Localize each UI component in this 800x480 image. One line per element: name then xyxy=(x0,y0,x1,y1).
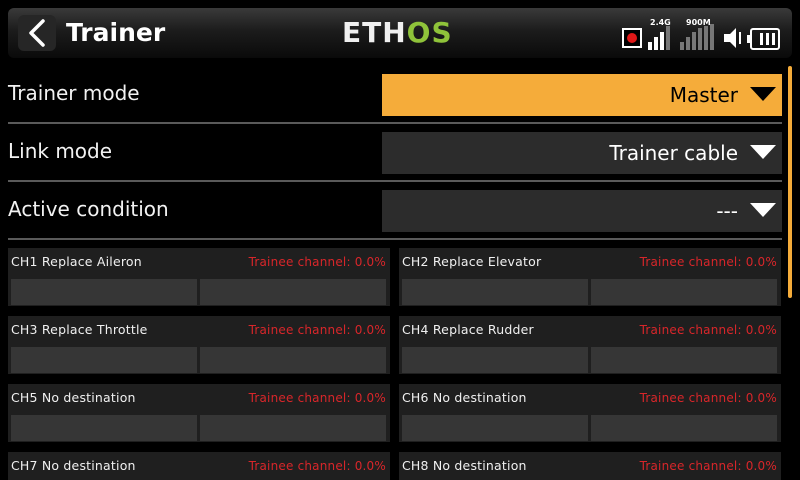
dropdown-arrow-icon xyxy=(750,203,776,217)
page-title: Trainer xyxy=(66,18,166,47)
divider xyxy=(8,180,782,182)
status-icons: 2.4G 900M xyxy=(614,16,790,50)
channel-name: CH6 No destination xyxy=(402,390,527,405)
trainee-channel-value: Trainee channel: 0.0% xyxy=(248,255,386,269)
trainer-mode-value: Master xyxy=(669,83,738,107)
link-mode-select[interactable]: Trainer cable xyxy=(382,132,782,174)
record-icon xyxy=(622,28,642,48)
channel-card-ch7[interactable]: CH7 No destination Trainee channel: 0.0% xyxy=(8,452,390,480)
top-bar: Trainer ETHOS 2.4G 900M xyxy=(0,0,800,64)
divider xyxy=(8,122,782,124)
channel-bar-right xyxy=(591,279,777,305)
trainee-channel-value: Trainee channel: 0.0% xyxy=(639,391,777,405)
trainee-channel-value: Trainee channel: 0.0% xyxy=(639,459,777,473)
channel-card-ch4[interactable]: CH4 Replace Rudder Trainee channel: 0.0% xyxy=(399,316,781,374)
battery-icon xyxy=(747,28,780,50)
trainer-mode-label: Trainer mode xyxy=(8,81,140,105)
dropdown-arrow-icon xyxy=(750,145,776,159)
channel-bar-left xyxy=(402,415,588,441)
trainer-mode-row: Trainer mode Master xyxy=(8,68,782,124)
dropdown-arrow-icon xyxy=(750,87,776,101)
channel-card-ch6[interactable]: CH6 No destination Trainee channel: 0.0% xyxy=(399,384,781,442)
trainee-channel-value: Trainee channel: 0.0% xyxy=(639,323,777,337)
channel-name: CH8 No destination xyxy=(402,458,527,473)
trainee-channel-value: Trainee channel: 0.0% xyxy=(248,459,386,473)
trainee-channel-value: Trainee channel: 0.0% xyxy=(248,391,386,405)
scrollbar[interactable] xyxy=(788,66,792,298)
channel-bar-left xyxy=(11,415,197,441)
logo-text-left: ETH xyxy=(342,16,407,49)
channel-name: CH1 Replace Aileron xyxy=(11,254,142,269)
link-mode-value: Trainer cable xyxy=(609,141,738,165)
channel-bar-left xyxy=(11,347,197,373)
channel-bar-right xyxy=(200,347,386,373)
channel-name: CH7 No destination xyxy=(11,458,136,473)
divider xyxy=(8,238,782,240)
channel-card-ch2[interactable]: CH2 Replace Elevator Trainee channel: 0.… xyxy=(399,248,781,306)
trainer-mode-select[interactable]: Master xyxy=(382,74,782,116)
link-mode-label: Link mode xyxy=(8,139,113,163)
back-chevron-icon xyxy=(29,19,45,47)
active-condition-select[interactable]: --- xyxy=(382,190,782,232)
channel-card-ch8[interactable]: CH8 No destination Trainee channel: 0.0% xyxy=(399,452,781,480)
channel-card-ch1[interactable]: CH1 Replace Aileron Trainee channel: 0.0… xyxy=(8,248,390,306)
link-mode-row: Link mode Trainer cable xyxy=(8,126,782,182)
active-condition-row: Active condition --- xyxy=(8,184,782,240)
channel-bar-left xyxy=(402,347,588,373)
logo-text-right: OS xyxy=(406,16,453,49)
ethos-logo: ETHOS xyxy=(342,17,453,49)
back-button[interactable] xyxy=(18,15,56,51)
header-panel: Trainer ETHOS 2.4G 900M xyxy=(8,8,792,58)
active-condition-value: --- xyxy=(716,199,738,223)
channel-bar-right xyxy=(591,415,777,441)
channel-bar-right xyxy=(591,347,777,373)
channel-name: CH2 Replace Elevator xyxy=(402,254,542,269)
trainee-channel-value: Trainee channel: 0.0% xyxy=(639,255,777,269)
speaker-muted-icon xyxy=(724,28,741,48)
channel-card-ch3[interactable]: CH3 Replace Throttle Trainee channel: 0.… xyxy=(8,316,390,374)
trainee-channel-value: Trainee channel: 0.0% xyxy=(248,323,386,337)
active-condition-label: Active condition xyxy=(8,197,169,221)
channel-name: CH3 Replace Throttle xyxy=(11,322,148,337)
channel-bar-left xyxy=(402,279,588,305)
channel-bar-left xyxy=(11,279,197,305)
channel-name: CH5 No destination xyxy=(11,390,136,405)
channel-name: CH4 Replace Rudder xyxy=(402,322,534,337)
channel-bar-right xyxy=(200,415,386,441)
channel-card-ch5[interactable]: CH5 No destination Trainee channel: 0.0% xyxy=(8,384,390,442)
channel-bar-right xyxy=(200,279,386,305)
